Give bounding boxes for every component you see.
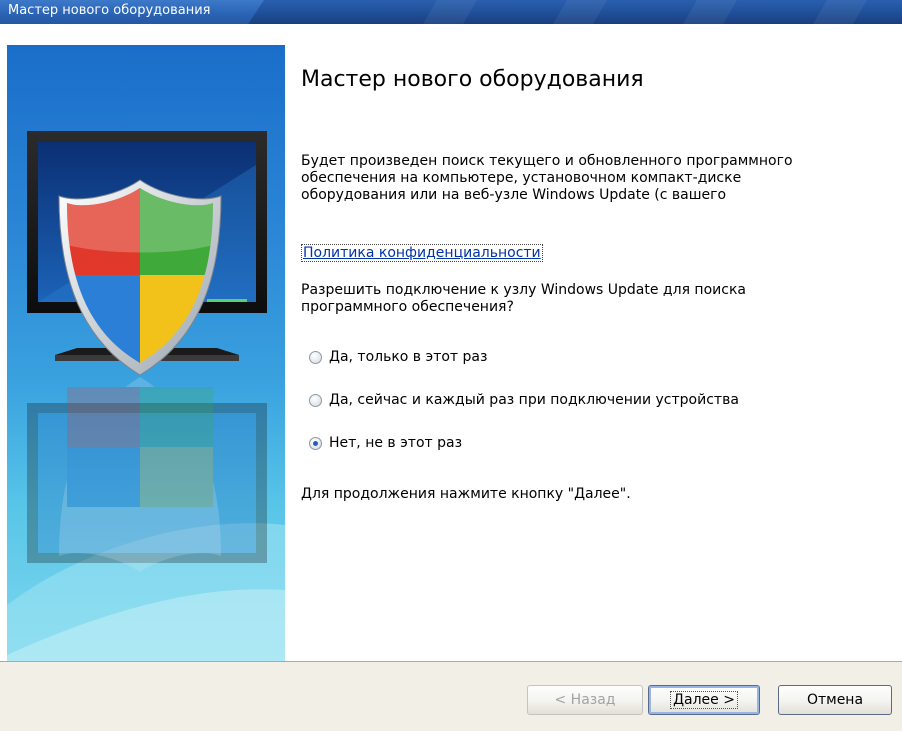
banner-artwork [7, 131, 285, 661]
continue-hint: Для продолжения нажмите кнопку "Далее". [301, 486, 631, 502]
description-line: оборудования или на веб-узле Windows Upd… [301, 187, 727, 203]
radio-label: Нет, не в этот раз [329, 435, 463, 451]
description-line: Будет произведен поиск текущего и обновл… [301, 153, 793, 169]
radio-option-no[interactable]: Нет, не в этот раз [309, 434, 462, 452]
title-stripe [683, 0, 737, 24]
title-bar[interactable]: Мастер нового оборудования [0, 0, 902, 24]
back-button[interactable]: < Назад [527, 685, 643, 715]
cancel-button[interactable]: Отмена [778, 685, 892, 715]
radio-button[interactable] [309, 350, 322, 364]
wizard-footer: < Назад Далее > Отмена [0, 662, 902, 731]
back-button-label: < Назад [554, 692, 616, 708]
cancel-button-label: Отмена [806, 692, 864, 708]
radio-button[interactable] [309, 436, 322, 450]
radio-label: Да, только в этот раз [329, 349, 488, 365]
privacy-policy-link[interactable]: Политика конфиденциальности [301, 244, 543, 262]
shield-reflection [59, 377, 221, 572]
wizard-window: Мастер нового оборудования Мастер нового… [0, 0, 902, 731]
window-title: Мастер нового оборудования [8, 3, 211, 18]
description-text: Будет произведен поиск текущего и обновл… [301, 153, 861, 204]
question-line: программного обеспечения? [301, 299, 514, 315]
radio-label: Да, сейчас и каждый раз при подключении … [329, 392, 739, 408]
radio-option-always[interactable]: Да, сейчас и каждый раз при подключении … [309, 391, 739, 409]
description-line: обеспечения на компьютере, установочном … [301, 170, 742, 186]
shield-icon [58, 179, 222, 376]
page-title: Мастер нового оборудования [301, 67, 644, 92]
next-button[interactable]: Далее > [648, 685, 760, 715]
radio-button[interactable] [309, 393, 322, 407]
question-text: Разрешить подключение к узлу Windows Upd… [301, 282, 861, 316]
radio-option-once[interactable]: Да, только в этот раз [309, 348, 487, 366]
title-stripe [553, 0, 607, 24]
title-stripe [423, 0, 477, 24]
next-button-label: Далее > [670, 691, 738, 709]
wizard-banner [7, 45, 285, 661]
title-stripe [813, 0, 867, 24]
wizard-content: Мастер нового оборудования Будет произве… [287, 45, 902, 661]
question-line: Разрешить подключение к узлу Windows Upd… [301, 282, 746, 298]
